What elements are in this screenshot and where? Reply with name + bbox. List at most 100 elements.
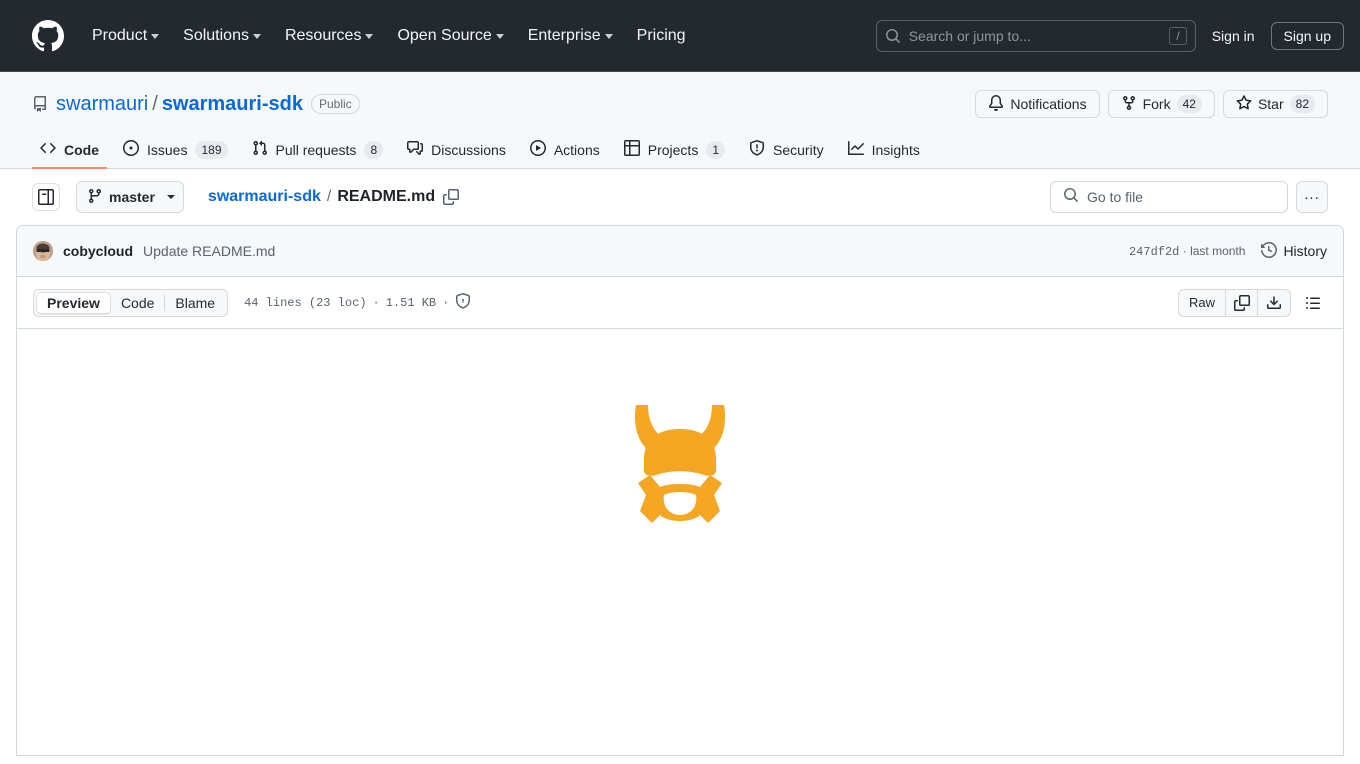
list-unordered-icon[interactable] xyxy=(1299,289,1327,317)
tab-label: Code xyxy=(64,142,99,158)
shield-icon xyxy=(749,140,765,159)
sign-in-link[interactable]: Sign in xyxy=(1212,28,1255,44)
chevron-down-icon xyxy=(167,195,175,199)
star-button[interactable]: Star 82 xyxy=(1223,90,1328,118)
code-icon xyxy=(40,140,56,159)
branch-selector[interactable]: master xyxy=(76,181,184,213)
commit-sha[interactable]: 247df2d xyxy=(1129,245,1179,259)
sidebar-expand-icon[interactable] xyxy=(32,183,60,211)
tab-security[interactable]: Security xyxy=(741,132,832,169)
tab-count: 8 xyxy=(364,141,383,159)
nav-item-label: Enterprise xyxy=(528,27,601,45)
tab-insights[interactable]: Insights xyxy=(840,132,928,169)
history-link[interactable]: History xyxy=(1261,242,1327,261)
repo-title-row: swarmauri / swarmauri-sdk Public Notific… xyxy=(32,88,1328,120)
play-icon xyxy=(530,140,546,159)
repo-header: swarmauri / swarmauri-sdk Public Notific… xyxy=(0,72,1360,169)
tab-label: Projects xyxy=(648,142,699,158)
issue-opened-icon xyxy=(123,140,139,159)
commit-message[interactable]: Update README.md xyxy=(143,243,275,259)
copy-icon[interactable] xyxy=(1226,290,1258,316)
tab-code-view[interactable]: Code xyxy=(111,292,164,314)
table-icon xyxy=(624,140,640,159)
nav-item-label: Solutions xyxy=(183,27,249,45)
global-nav: Product Solutions Resources Open Source … xyxy=(80,19,698,53)
breadcrumb-filename: README.md xyxy=(337,188,435,206)
file-toolbar-actions: Raw xyxy=(1178,289,1335,317)
raw-button[interactable]: Raw xyxy=(1179,290,1226,316)
chevron-down-icon xyxy=(151,34,159,39)
more-options-button[interactable]: ... xyxy=(1296,181,1328,213)
meta-separator-1: · xyxy=(373,296,380,310)
nav-item-enterprise[interactable]: Enterprise xyxy=(516,19,625,53)
nav-item-resources[interactable]: Resources xyxy=(273,19,385,53)
tab-issues[interactable]: Issues 189 xyxy=(115,132,236,169)
commit-author[interactable]: cobycloud xyxy=(63,243,133,259)
repo-name-link[interactable]: swarmauri-sdk xyxy=(162,93,303,116)
nav-item-label: Pricing xyxy=(637,27,686,45)
nav-item-solutions[interactable]: Solutions xyxy=(171,19,273,53)
repo-owner-link[interactable]: swarmauri xyxy=(56,93,148,116)
tab-count: 1 xyxy=(706,141,725,159)
search-icon xyxy=(885,28,901,44)
tab-label: Issues xyxy=(147,142,187,158)
readme-preview xyxy=(17,329,1343,755)
repo-actions: Notifications Fork 42 Star 82 xyxy=(975,90,1328,118)
swarmauri-bull-logo xyxy=(620,399,740,539)
fork-count: 42 xyxy=(1177,95,1202,113)
tab-discussions[interactable]: Discussions xyxy=(399,132,514,169)
chevron-down-icon xyxy=(365,34,373,39)
tab-label: Discussions xyxy=(431,142,506,158)
tab-projects[interactable]: Projects 1 xyxy=(616,132,733,169)
commit-meta: 247df2d · last month History xyxy=(1129,242,1327,261)
chevron-down-icon xyxy=(605,34,613,39)
copy-path-icon[interactable] xyxy=(443,189,459,205)
nav-item-open-source[interactable]: Open Source xyxy=(385,19,515,53)
avatar[interactable] xyxy=(33,241,53,261)
go-to-file-input[interactable]: Go to file xyxy=(1050,181,1288,213)
commit-meta-separator: · xyxy=(1183,244,1187,258)
notifications-label: Notifications xyxy=(1010,96,1086,112)
star-count: 82 xyxy=(1290,95,1315,113)
notifications-button[interactable]: Notifications xyxy=(975,90,1099,118)
chevron-down-icon xyxy=(496,34,504,39)
chevron-down-icon xyxy=(253,34,261,39)
commit-relative-time: last month xyxy=(1190,244,1245,258)
fork-icon xyxy=(1121,95,1137,114)
download-icon[interactable] xyxy=(1258,290,1290,316)
breadcrumb-separator: / xyxy=(327,188,331,206)
tab-label: Actions xyxy=(554,142,600,158)
nav-item-pricing[interactable]: Pricing xyxy=(625,19,698,53)
file-metadata: 44 lines (23 loc) · 1.51 KB · xyxy=(244,293,471,313)
file-nav-right: Go to file ... xyxy=(1050,181,1328,213)
raw-actions-group: Raw xyxy=(1178,289,1291,317)
branch-name: master xyxy=(109,189,155,205)
file-line-count: 44 lines (23 loc) xyxy=(244,296,366,310)
tab-pull-requests[interactable]: Pull requests 8 xyxy=(244,132,392,169)
tab-count: 189 xyxy=(195,141,227,159)
github-mark-icon[interactable] xyxy=(32,20,64,52)
shield-check-icon[interactable] xyxy=(455,293,471,313)
comment-discussion-icon xyxy=(407,140,423,159)
tab-code[interactable]: Code xyxy=(32,132,107,169)
sign-up-button[interactable]: Sign up xyxy=(1271,22,1344,50)
main-content: master swarmauri-sdk / README.md Go to f… xyxy=(0,169,1360,756)
tab-preview[interactable]: Preview xyxy=(36,292,111,314)
star-icon xyxy=(1236,95,1252,114)
file-nav-row: master swarmauri-sdk / README.md Go to f… xyxy=(16,169,1344,225)
graph-icon xyxy=(848,140,864,159)
file-view-tabs: Preview Code Blame xyxy=(33,289,228,317)
fork-label: Fork xyxy=(1143,96,1171,112)
search-placeholder: Search or jump to... xyxy=(909,28,1170,44)
breadcrumb-repo-link[interactable]: swarmauri-sdk xyxy=(208,188,321,206)
search-icon xyxy=(1063,187,1079,208)
nav-item-product[interactable]: Product xyxy=(80,19,171,53)
tab-actions[interactable]: Actions xyxy=(522,132,608,169)
tab-blame[interactable]: Blame xyxy=(165,292,225,314)
fork-button[interactable]: Fork 42 xyxy=(1108,90,1215,118)
global-header: Product Solutions Resources Open Source … xyxy=(0,0,1360,72)
tab-label: Insights xyxy=(872,142,920,158)
tab-label: Pull requests xyxy=(276,142,357,158)
search-input[interactable]: Search or jump to... / xyxy=(876,20,1196,52)
global-header-right: Search or jump to... / Sign in Sign up xyxy=(876,20,1344,52)
